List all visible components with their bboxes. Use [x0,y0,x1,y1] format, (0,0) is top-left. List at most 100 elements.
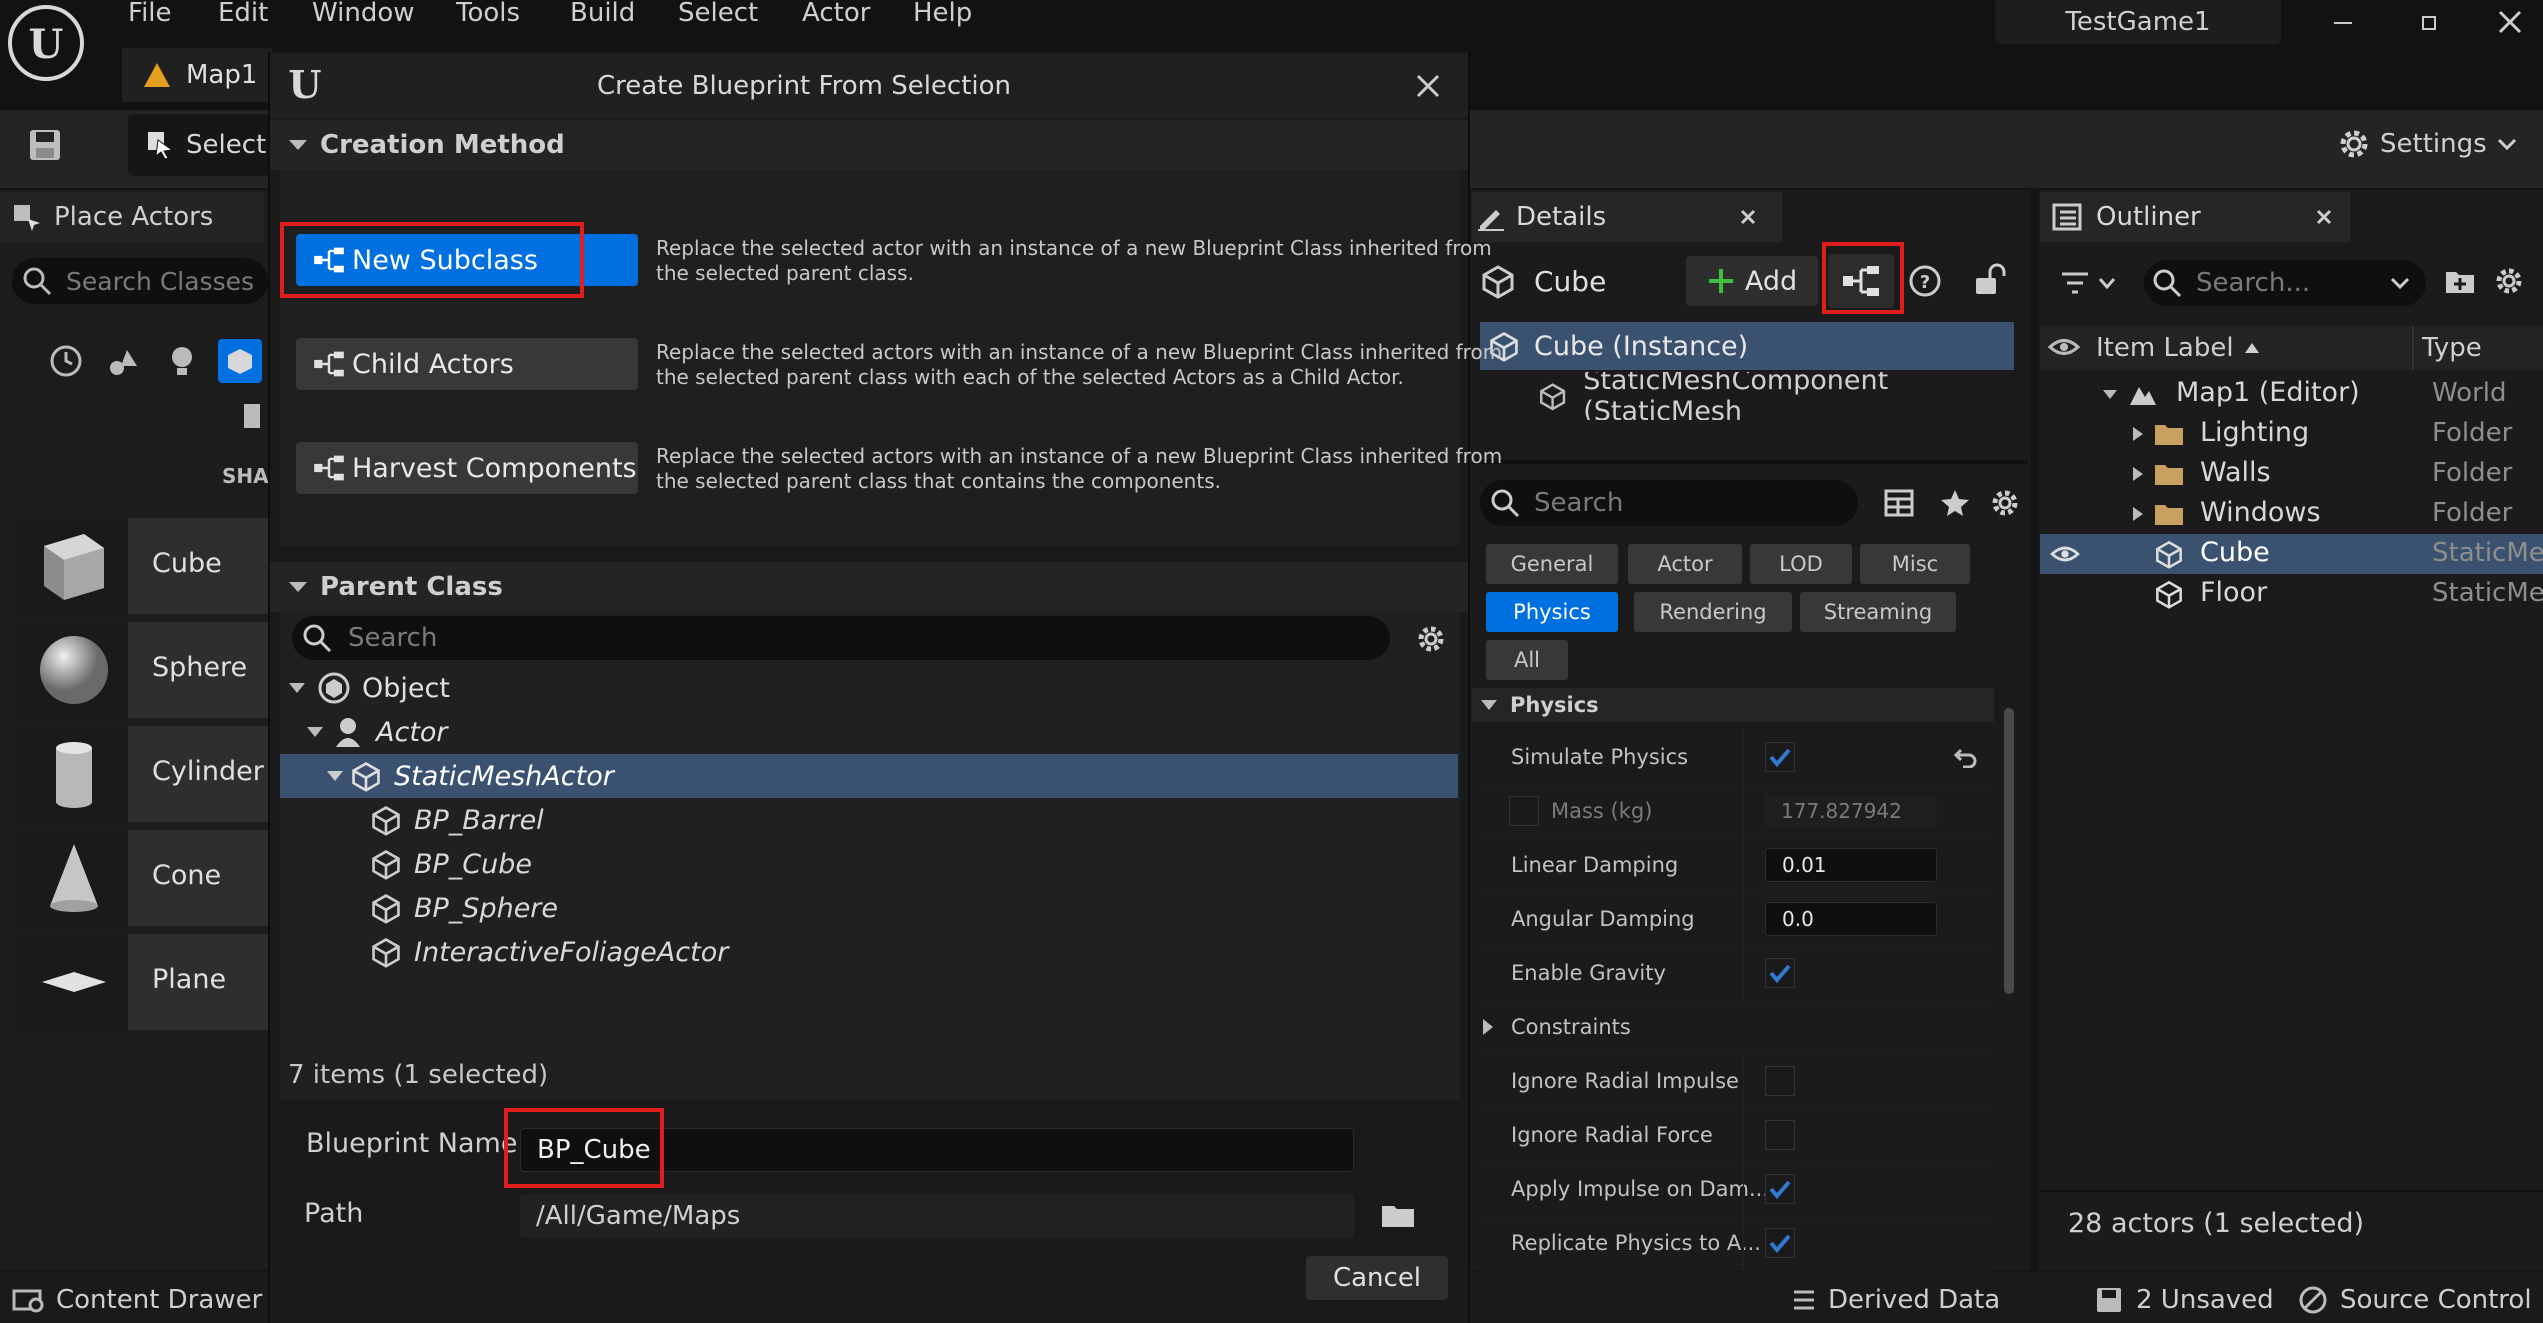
class-tree-object[interactable]: Object [280,666,1460,710]
outliner-search-box[interactable]: Search... [2144,260,2426,306]
property-checkbox[interactable] [1765,742,1795,772]
outliner-filter-button[interactable] [2060,266,2116,300]
details-scrollbar[interactable] [2004,708,2014,994]
close-icon[interactable] [2314,207,2334,227]
lights-icon[interactable] [160,339,204,383]
creation-method-header[interactable]: Creation Method [270,120,1468,170]
add-folder-icon[interactable] [2444,266,2476,296]
child-actors-button[interactable]: Child Actors [296,338,638,390]
content-drawer-button[interactable]: Content Drawer [12,1280,262,1320]
class-tree-staticmeshactor[interactable]: StaticMeshActor [280,754,1458,798]
property-number-input[interactable]: 0.0 [1765,902,1937,936]
convert-to-blueprint-button[interactable] [1828,254,1894,308]
unsaved-button[interactable]: 2 Unsaved [2094,1280,2274,1320]
property-checkbox[interactable] [1765,1174,1795,1204]
property-checkbox[interactable] [1765,958,1795,988]
browse-folder-icon[interactable] [1380,1200,1416,1230]
outliner-row[interactable]: Windows Folder [2040,494,2543,534]
shape-item-cone[interactable]: Cone [18,830,268,926]
dialog-close-button[interactable] [1412,70,1444,102]
details-tab[interactable]: Details [1472,192,1782,242]
expand-arrow-icon[interactable] [1481,1018,1495,1036]
component-row-instance[interactable]: Cube (Instance) [1480,322,2014,370]
class-tree-interactivefoliageactor[interactable]: InteractiveFoliageActor [280,930,1460,974]
type-column[interactable]: Type [2422,326,2482,370]
menu-select[interactable]: Select [678,0,758,28]
table-view-icon[interactable] [1884,488,1914,518]
path-field[interactable]: /All/Game/Maps [520,1194,1354,1238]
property-checkbox[interactable] [1765,1066,1795,1096]
filter-misc[interactable]: Misc [1860,544,1970,584]
filter-lod[interactable]: LOD [1750,544,1852,584]
item-label-column[interactable]: Item Label [2096,326,2260,370]
shape-item-cylinder[interactable]: Cylinder [18,726,268,822]
unlock-icon[interactable] [1972,262,2006,296]
map-tab[interactable]: Map1 [122,48,272,102]
outliner-settings-gear-icon[interactable] [2494,266,2524,296]
menu-help[interactable]: Help [913,0,972,28]
class-tree-bp-barrel[interactable]: BP_Barrel [280,798,1460,842]
details-settings-gear-icon[interactable] [1990,488,2020,518]
property-checkbox[interactable] [1765,1228,1795,1258]
outliner-row[interactable]: Lighting Folder [2040,414,2543,454]
harvest-components-button[interactable]: Harvest Components [296,442,638,494]
menu-actor[interactable]: Actor [802,0,870,28]
filter-general[interactable]: General [1486,544,1618,584]
add-component-button[interactable]: Add [1686,256,1818,306]
shapes-icon[interactable] [218,339,262,383]
menu-tools[interactable]: Tools [456,0,520,28]
cancel-button[interactable]: Cancel [1306,1256,1448,1300]
class-tree-bp-cube[interactable]: BP_Cube [280,842,1460,886]
parent-class-settings-gear-icon[interactable] [1416,624,1446,654]
menu-file[interactable]: File [128,0,172,28]
outliner-row[interactable]: Floor StaticMesh [2040,574,2543,614]
collapsed-arrow-icon[interactable] [2132,426,2144,442]
filter-rendering[interactable]: Rendering [1634,592,1792,632]
menu-edit[interactable]: Edit [218,0,268,28]
menu-window[interactable]: Window [312,0,415,28]
menu-build[interactable]: Build [570,0,635,28]
blueprint-name-input[interactable] [520,1128,1354,1172]
visibility-eye-icon[interactable] [2050,542,2080,566]
outliner-row[interactable]: Walls Folder [2040,454,2543,494]
parent-class-header[interactable]: Parent Class [270,562,1468,612]
outliner-tab[interactable]: Outliner [2040,192,2350,242]
settings-button[interactable]: Settings [2336,122,2517,166]
expand-arrow-icon[interactable] [2102,388,2118,400]
close-icon[interactable] [1738,207,1758,227]
property-checkbox[interactable] [1765,1120,1795,1150]
shape-item-sphere[interactable]: Sphere [18,622,268,718]
filter-actor[interactable]: Actor [1628,544,1742,584]
filter-physics[interactable]: Physics [1486,592,1618,632]
component-row-staticmesh[interactable]: StaticMeshComponent (StaticMesh [1480,372,2014,420]
mass-override-checkbox[interactable] [1509,796,1539,826]
save-icon[interactable] [28,128,62,162]
shape-item-plane[interactable]: Plane [18,934,268,1030]
filter-streaming[interactable]: Streaming [1800,592,1956,632]
recent-icon[interactable] [44,339,88,383]
basic-icon[interactable] [102,339,146,383]
minimize-button[interactable] [2328,8,2358,38]
place-actors-tab[interactable]: Place Actors [0,192,264,242]
outliner-row[interactable]: Cube StaticMesh [2040,534,2543,574]
restore-button[interactable] [2414,8,2444,38]
details-search-box[interactable]: Search [1480,480,1858,526]
source-control-button[interactable]: Source Control [2298,1280,2532,1320]
new-subclass-button[interactable]: New Subclass [296,234,638,286]
close-window-button[interactable] [2494,6,2526,38]
reset-to-default-icon[interactable] [1953,746,1979,768]
select-mode-button[interactable]: Select [128,114,288,176]
favorites-star-icon[interactable] [1940,488,1970,518]
outliner-row[interactable]: Map1 (Editor) World [2040,374,2543,414]
unreal-logo[interactable]: U [6,3,86,83]
collapsed-arrow-icon[interactable] [2132,506,2144,522]
property-number-input[interactable]: 0.01 [1765,848,1937,882]
class-tree-bp-sphere[interactable]: BP_Sphere [280,886,1460,930]
help-icon[interactable]: ? [1908,264,1942,298]
parent-class-search-box[interactable]: Search [292,616,1390,660]
class-tree-actor[interactable]: Actor [280,710,1460,754]
class-search-box[interactable]: Search Classes [12,258,268,304]
physics-section-header[interactable]: Physics [1472,688,1994,722]
filter-all[interactable]: All [1486,640,1568,680]
derived-data-button[interactable]: Derived Data [1790,1280,2000,1320]
